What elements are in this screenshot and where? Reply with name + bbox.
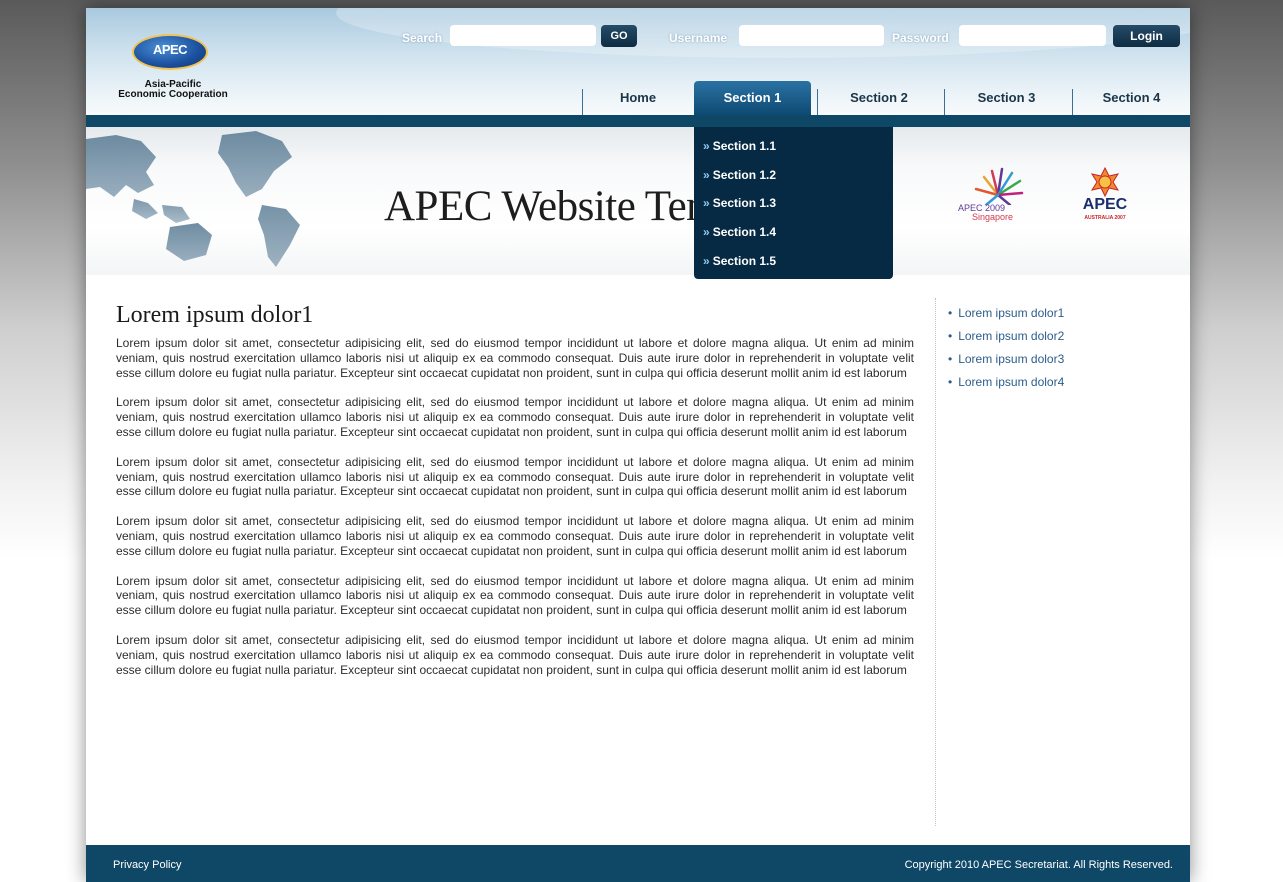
singapore-logo-line2: Singapore [972,212,1014,222]
dropdown-item-section-1-2[interactable]: » Section 1.2 [703,164,776,192]
body-paragraph: Lorem ipsum dolor sit amet, consectetur … [116,454,914,499]
password-label: Password [892,31,949,45]
main-nav: Home Section 1 Section 2 Section 3 Secti… [582,81,1190,115]
nav-item-section-4[interactable]: Section 4 [1073,81,1190,115]
sidebar-link-label: Lorem ipsum dolor3 [958,352,1065,366]
site-footer: Privacy Policy Copyright 2010 APEC Secre… [86,845,1190,882]
username-label: Username [669,31,728,45]
apec-2009-singapore-logo: APEC 2009 Singapore [946,165,1046,235]
go-button[interactable]: GO [601,25,637,47]
nav-item-home[interactable]: Home [583,81,693,115]
australia-logo-line1: APEC [1082,196,1128,213]
dropdown-item-label: Section 1.5 [712,254,777,268]
sidebar-link-2[interactable]: • Lorem ipsum dolor2 [948,325,1064,348]
sidebar-link-list: • Lorem ipsum dolor1 • Lorem ipsum dolor2 … [948,302,1064,394]
double-chevron-right-icon: » [703,168,710,182]
page-container: APEC Asia-Pacific Economic Cooperation S… [86,8,1190,882]
dropdown-item-section-1-5[interactable]: » Section 1.5 [703,250,776,278]
dropdown-item-section-1-3[interactable]: » Section 1.3 [703,192,776,220]
apec-australia-2007-logo: APEC AUSTRALIA 2007 [1076,167,1146,237]
search-label: Search [402,31,443,45]
username-input[interactable] [739,25,884,46]
logo-tagline-line2: Economic Cooperation [118,89,228,100]
body-paragraph: Lorem ipsum dolor sit amet, consectetur … [116,632,914,677]
sidebar-link-label: Lorem ipsum dolor4 [958,375,1065,389]
flower-icon [1090,167,1120,198]
apec-logo[interactable]: APEC Asia-Pacific Economic Cooperation [108,34,238,104]
bullet-icon: • [948,329,953,343]
double-chevron-right-icon: » [703,196,710,210]
body-paragraph: Lorem ipsum dolor sit amet, consectetur … [116,573,914,618]
privacy-policy-link[interactable]: Privacy Policy [113,859,181,871]
dropdown-item-section-1-1[interactable]: » Section 1.1 [703,135,776,163]
copyright-text: Copyright 2010 APEC Secretariat. All Rig… [904,859,1173,871]
sidebar-link-label: Lorem ipsum dolor1 [958,306,1065,320]
australia-logo-line2: AUSTRALIA 2007 [1084,215,1126,221]
dropdown-item-section-1-4[interactable]: » Section 1.4 [703,221,776,249]
bullet-icon: • [948,352,953,366]
body-paragraph: Lorem ipsum dolor sit amet, consectetur … [116,514,914,558]
bullet-icon: • [948,306,953,320]
double-chevron-right-icon: » [703,225,710,239]
site-header: APEC Asia-Pacific Economic Cooperation S… [86,8,1190,115]
search-input[interactable] [450,25,596,46]
logo-tagline: Asia-Pacific Economic Cooperation [108,80,238,100]
body-paragraph: Lorem ipsum dolor sit amet, consectetur … [116,395,914,439]
starburst-icon [974,167,1024,205]
main-content: Lorem ipsum dolor1 Lorem ipsum dolor sit… [116,298,914,677]
bullet-icon: • [948,375,953,389]
hero-banner: APEC Website Templates APEC 2009 Singapo… [86,127,1190,275]
nav-bar-strip [86,115,1190,127]
sidebar-link-3[interactable]: • Lorem ipsum dolor3 [948,348,1064,371]
sidebar-link-1[interactable]: • Lorem ipsum dolor1 [948,302,1064,325]
section-1-dropdown-menu: » Section 1.1 » Section 1.2 » Section 1.3 »… [694,127,893,279]
dropdown-item-label: Section 1.3 [712,196,777,210]
logo-text: APEC [152,42,188,57]
sidebar-link-4[interactable]: • Lorem ipsum dolor4 [948,371,1064,394]
dropdown-item-label: Section 1.4 [712,225,777,239]
password-input[interactable] [959,25,1106,46]
page-heading: Lorem ipsum dolor1 [116,302,314,328]
dropdown-item-label: Section 1.2 [712,168,777,182]
nav-item-section-1[interactable]: Section 1 [694,81,811,115]
dropdown-item-label: Section 1.1 [712,139,777,153]
login-button[interactable]: Login [1113,25,1180,47]
nav-item-section-3[interactable]: Section 3 [945,81,1068,115]
double-chevron-right-icon: » [703,254,710,268]
sidebar-divider [935,298,936,826]
world-map-image [86,131,300,267]
sidebar-link-label: Lorem ipsum dolor2 [958,329,1065,343]
double-chevron-right-icon: » [703,139,710,153]
nav-item-section-2[interactable]: Section 2 [818,81,940,115]
body-paragraph: Lorem ipsum dolor sit amet, consectetur … [116,336,914,380]
